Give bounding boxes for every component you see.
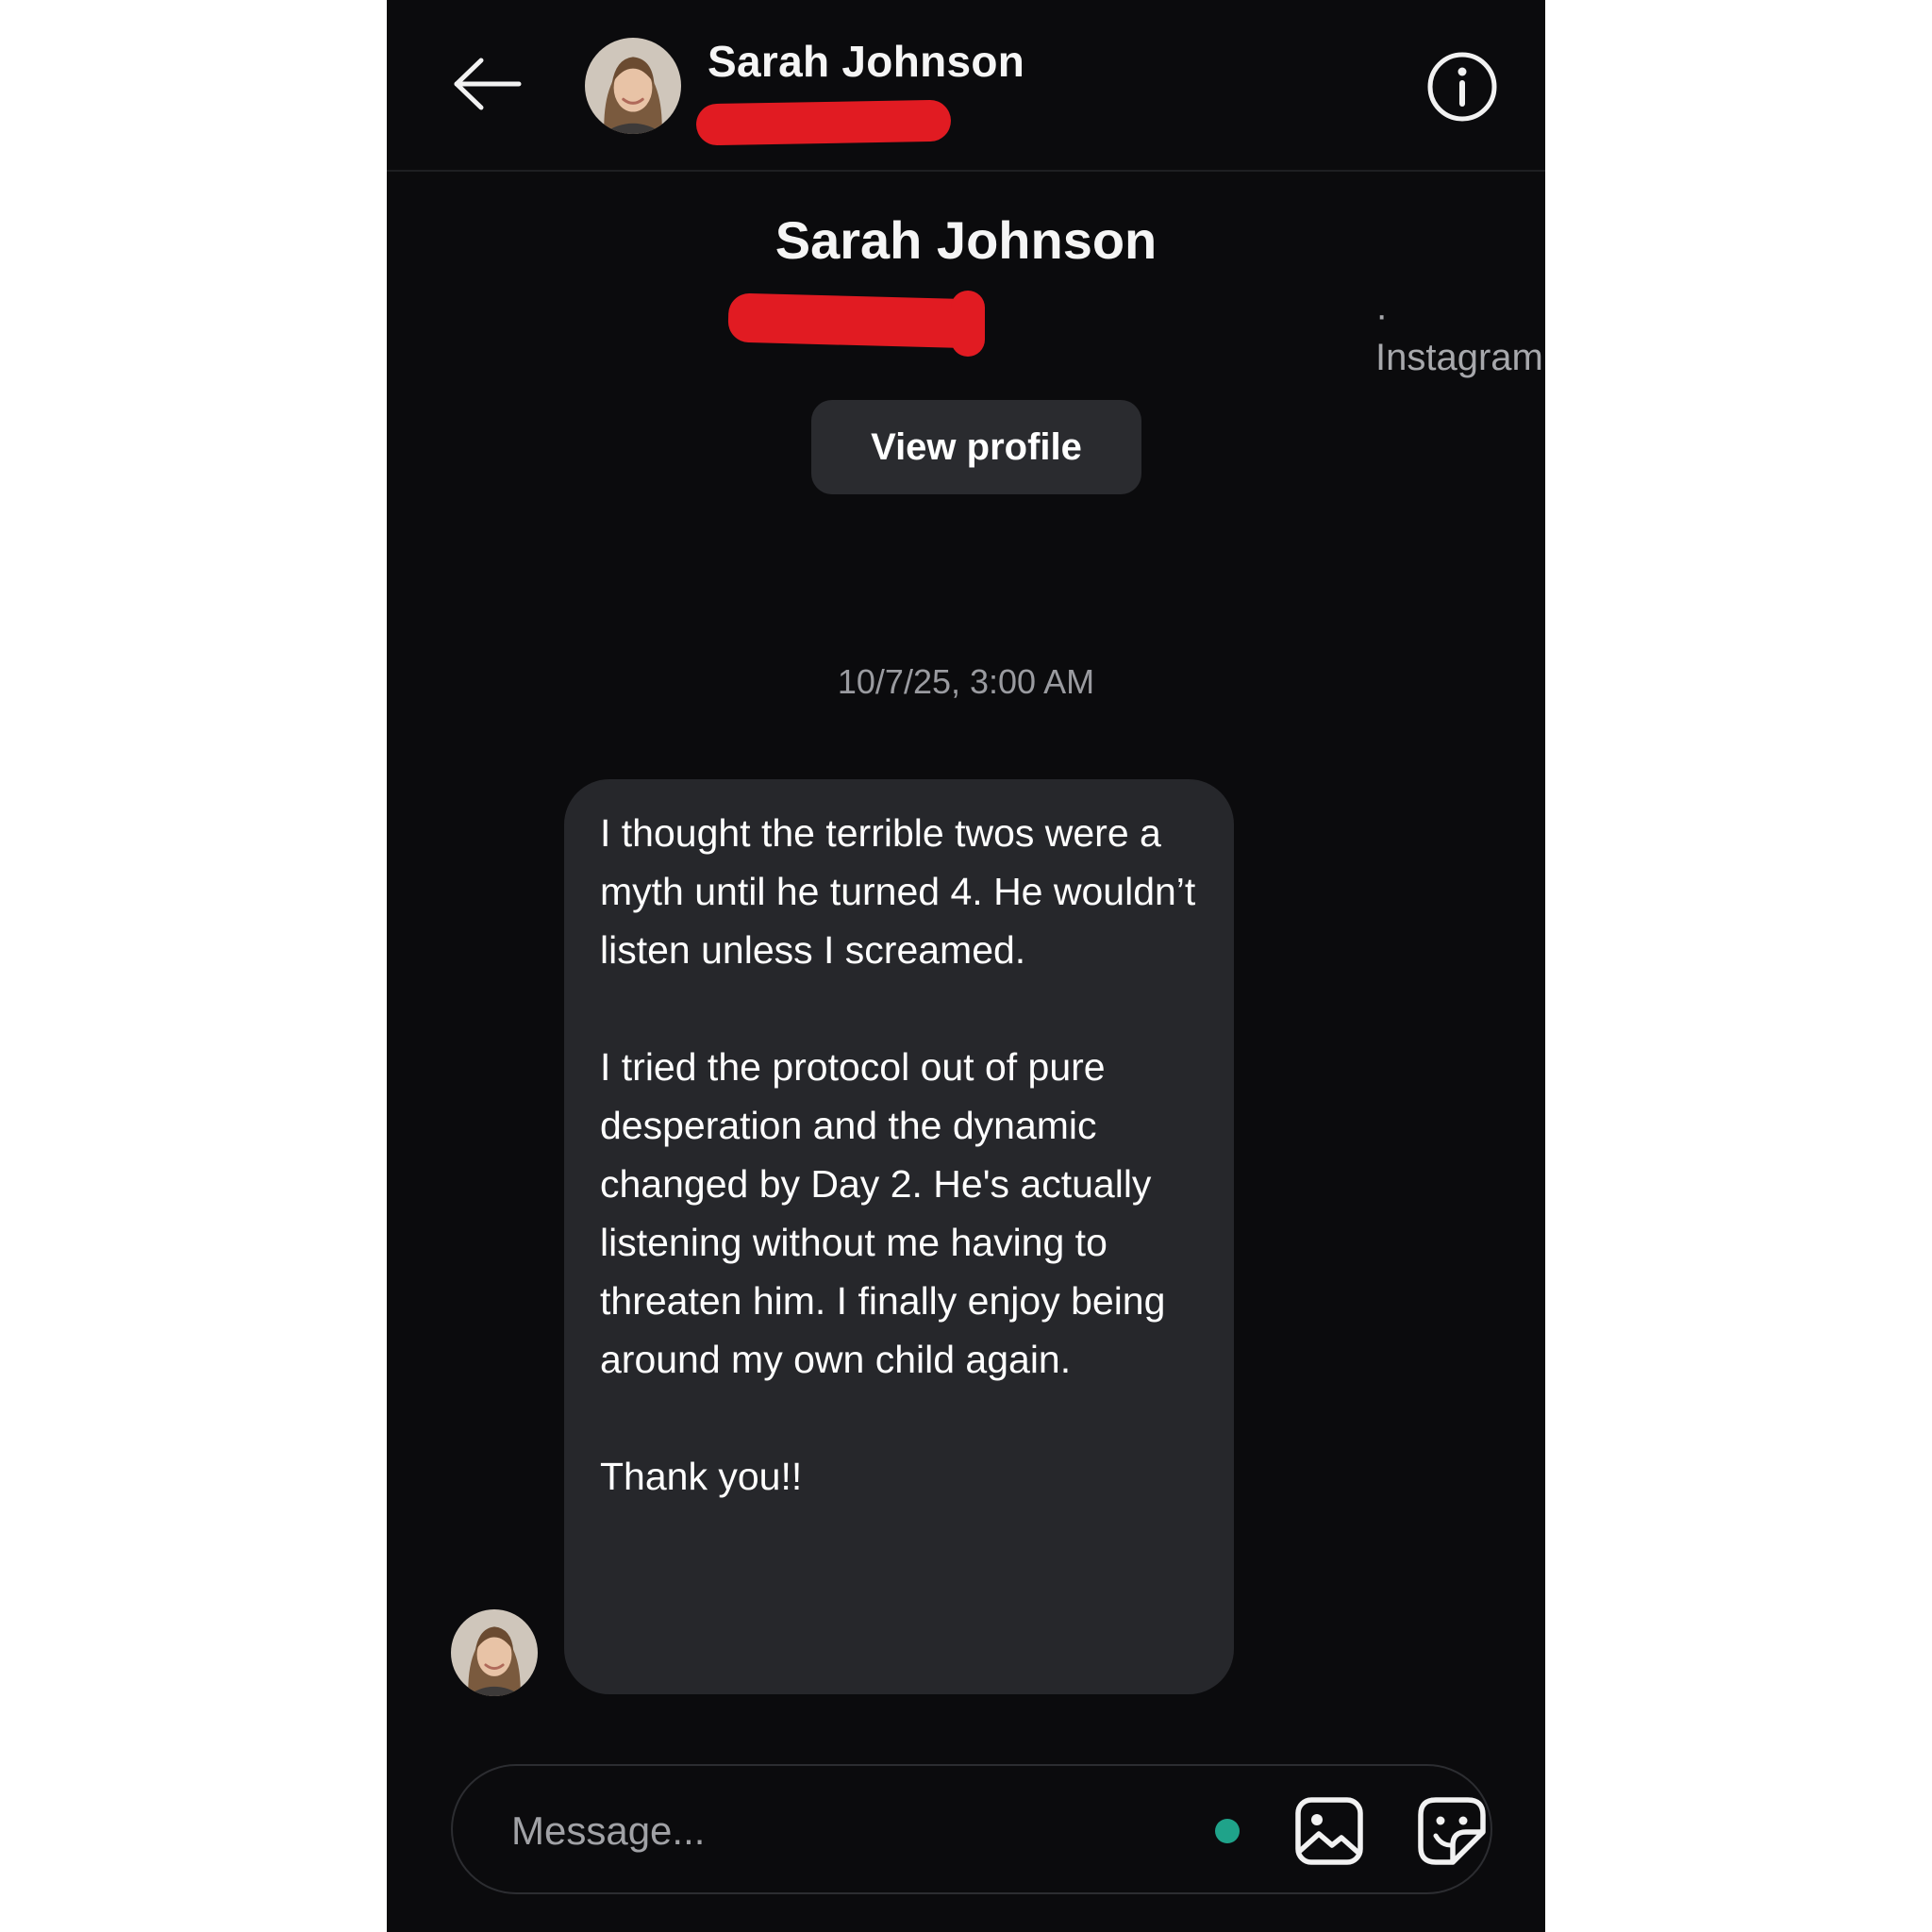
chat-header: Sarah Johnson	[387, 0, 1545, 172]
profile-name: Sarah Johnson	[774, 210, 1158, 270]
info-circle-icon	[1427, 52, 1497, 122]
profile-platform: · Instagram	[1375, 294, 1543, 378]
message-timestamp: 10/7/25, 3:00 AM	[837, 662, 1095, 701]
message-paragraph: I tried the protocol out of pure despera…	[600, 1045, 1166, 1381]
gallery-button[interactable]	[1292, 1794, 1366, 1868]
arrow-left-icon	[454, 58, 522, 110]
image-icon	[1295, 1797, 1363, 1865]
redaction-mark	[727, 292, 984, 349]
redaction-mark	[951, 291, 985, 357]
header-contact-name[interactable]: Sarah Johnson	[708, 36, 1024, 87]
message-paragraph: Thank you!!	[600, 1455, 803, 1498]
info-button[interactable]	[1424, 49, 1500, 125]
sticker-button[interactable]	[1415, 1794, 1489, 1868]
message-paragraph: I thought the terrible twos were a myth …	[600, 811, 1196, 972]
redaction-mark	[695, 99, 952, 146]
message-composer	[451, 1764, 1492, 1894]
message-input[interactable]	[509, 1798, 1113, 1864]
header-avatar[interactable]	[585, 38, 681, 134]
dm-screen: Sarah Johnson Sarah Johnson · Instagram …	[387, 0, 1545, 1932]
message-avatar[interactable]	[451, 1609, 538, 1696]
sticker-icon	[1418, 1797, 1486, 1865]
online-status-dot	[1215, 1819, 1240, 1843]
message-bubble[interactable]: I thought the terrible twos were a myth …	[564, 779, 1234, 1694]
view-profile-button[interactable]: View profile	[811, 400, 1141, 494]
back-button[interactable]	[449, 53, 525, 115]
